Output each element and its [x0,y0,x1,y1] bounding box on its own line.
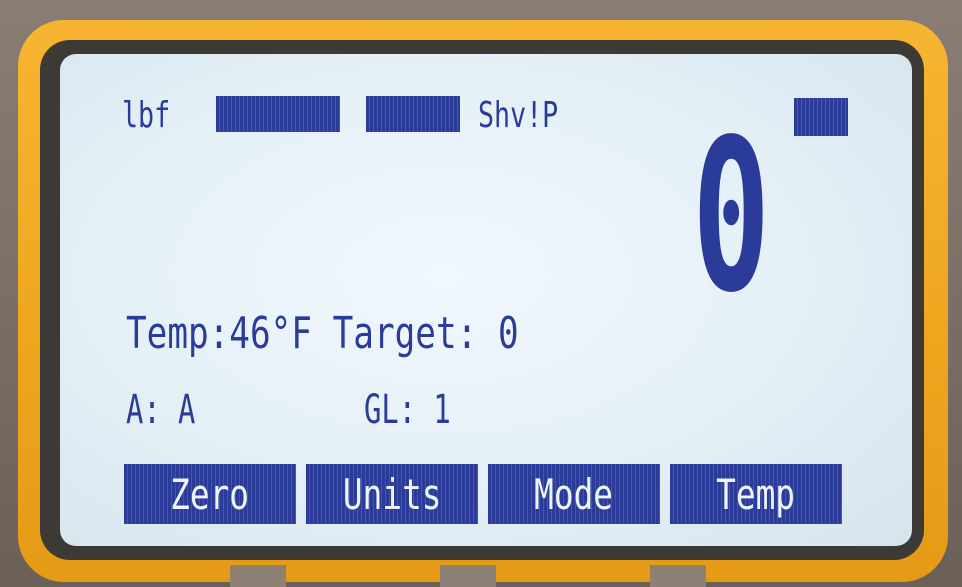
button-tab[interactable] [650,565,706,587]
button-tab[interactable] [440,565,496,587]
mode-softkey-label: Mode [534,469,614,519]
gl-readout: GL: 1 [364,387,451,433]
status-block-icon [216,96,340,132]
battery-icon [794,98,848,136]
temp-softkey-label: Temp [716,469,796,519]
temp-softkey[interactable]: Temp [670,464,842,524]
zero-softkey-label: Zero [170,469,250,519]
status-block-icon [366,96,460,132]
target-readout: Target: 0 [332,308,519,359]
button-tab[interactable] [230,565,286,587]
unit-indicator: lbf [122,95,171,136]
mode-softkey[interactable]: Mode [488,464,660,524]
a-readout: A: A [126,387,196,433]
device-body: lbf Shv!P 0 Temp:46°F Target: 0 A: A GL:… [0,0,962,587]
lcd-screen: lbf Shv!P 0 Temp:46°F Target: 0 A: A GL:… [60,54,912,546]
zero-softkey[interactable]: Zero [124,464,296,524]
temperature-readout: Temp:46°F [126,308,312,359]
units-softkey[interactable]: Units [306,464,478,524]
softkey-bar: Zero Units Mode Temp [124,464,842,528]
units-softkey-label: Units [342,469,442,519]
mode-indicator: Shv!P [478,95,559,136]
force-reading: 0 [692,94,771,339]
temperature-target-line: Temp:46°F Target: 0 [126,312,519,356]
